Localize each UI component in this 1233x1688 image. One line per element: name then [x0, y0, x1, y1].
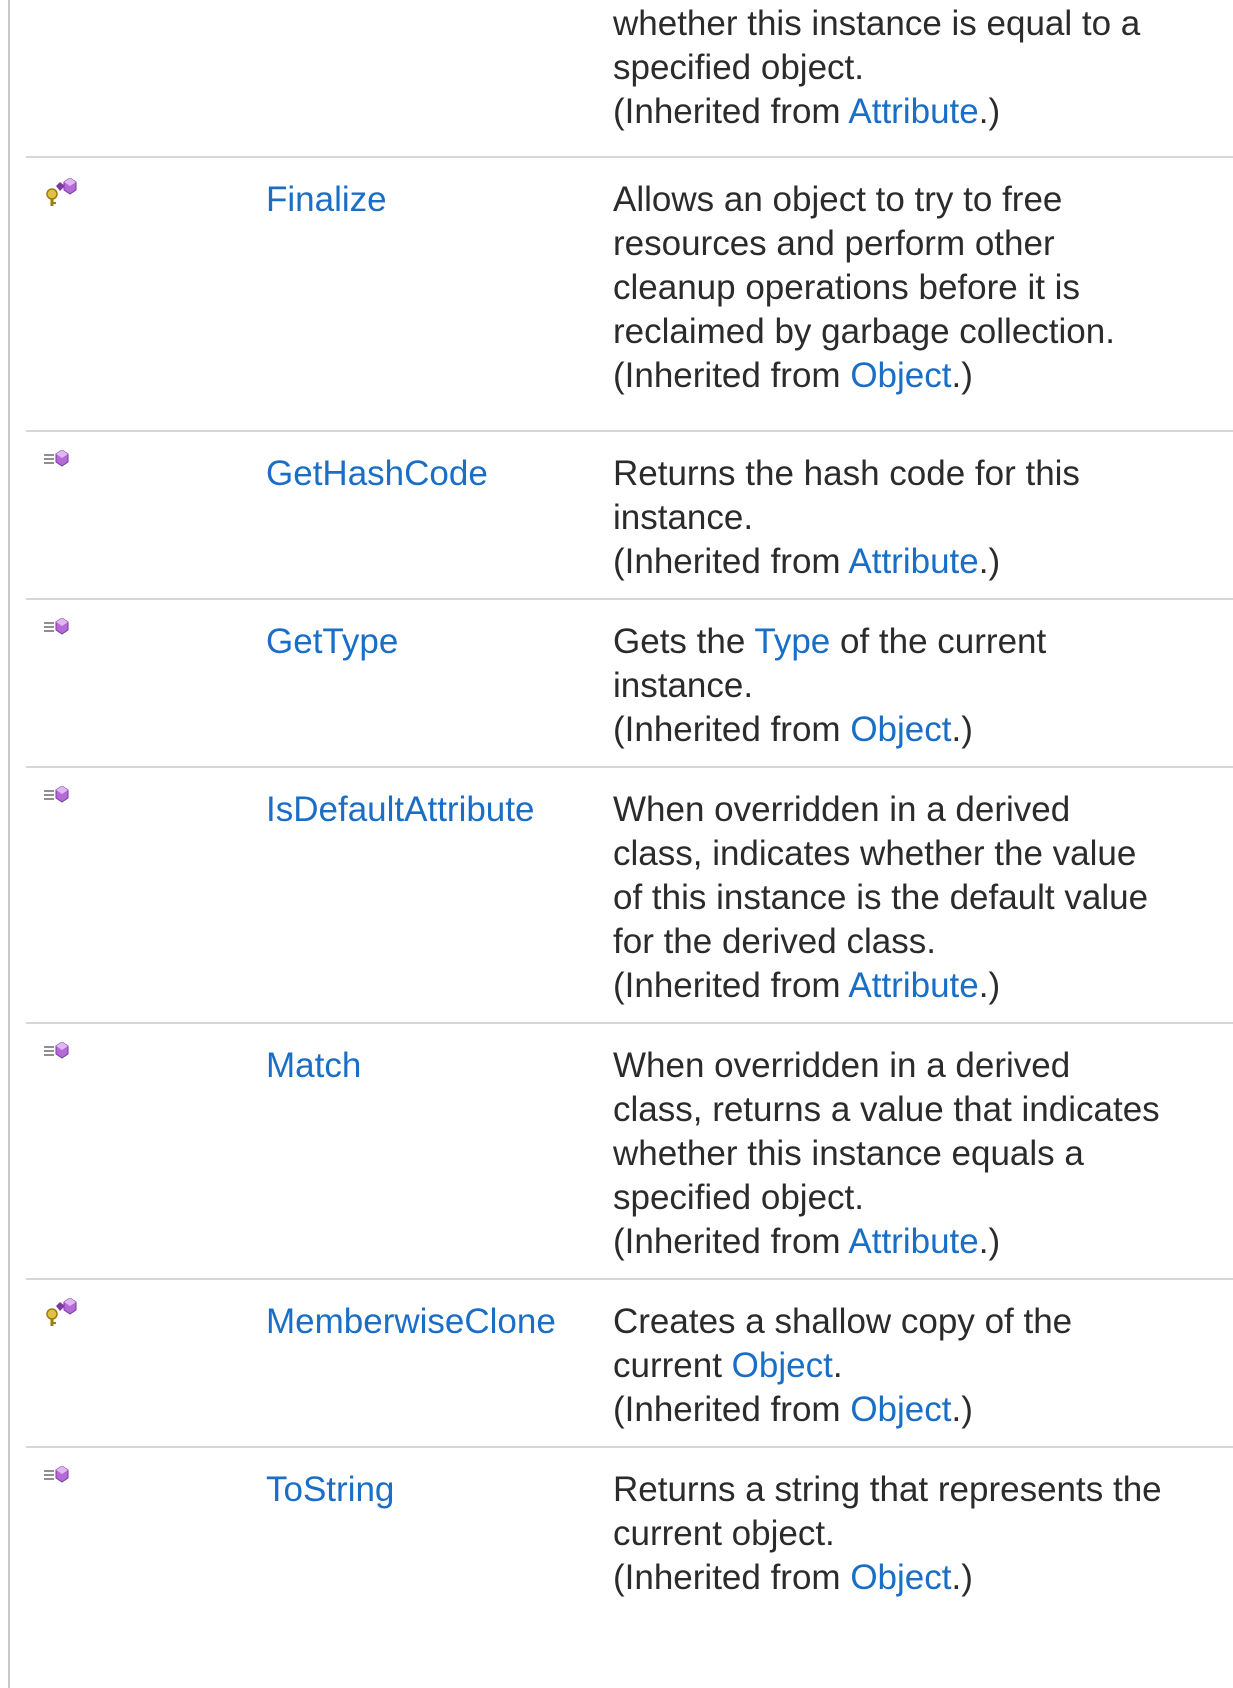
- inherited-link-attribute[interactable]: Attribute: [848, 92, 978, 131]
- description-line: whether this instance is equal to a: [613, 4, 1141, 43]
- inherited-link-attribute[interactable]: Attribute: [848, 1222, 978, 1261]
- description-line: specified object.: [613, 1178, 864, 1217]
- member-description: Returns the hash code for this instance.…: [613, 452, 1213, 584]
- public-method-icon: [42, 450, 92, 480]
- description-line: When overridden in a derived: [613, 1046, 1071, 1085]
- public-method-icon: [42, 786, 92, 816]
- inherited-note: (Inherited from Attribute.): [613, 964, 1213, 1008]
- inherited-suffix: .): [978, 542, 1001, 581]
- member-description: Creates a shallow copy of the current Ob…: [613, 1300, 1213, 1432]
- inherited-suffix: .): [951, 1390, 973, 1429]
- description-line: class, indicates whether the value: [613, 834, 1137, 873]
- description-line: whether this instance equals a: [613, 1134, 1084, 1173]
- inherited-prefix: (Inherited from: [613, 710, 851, 749]
- member-description: Returns a string that represents the cur…: [613, 1468, 1213, 1600]
- description-line: specified object.: [613, 48, 864, 87]
- inherited-note: (Inherited from Object.): [613, 708, 1213, 752]
- description-line: current Object.: [613, 1344, 1213, 1388]
- inherited-link-attribute[interactable]: Attribute: [848, 542, 978, 581]
- member-link-match[interactable]: Match: [266, 1044, 361, 1088]
- inherited-link-object[interactable]: Object: [850, 710, 951, 749]
- member-description: When overridden in a derived class, indi…: [613, 788, 1213, 1008]
- member-description: Gets the Type of the current instance. (…: [613, 620, 1213, 752]
- member-link-gettype[interactable]: GetType: [266, 620, 398, 664]
- inherited-note: (Inherited from Attribute.): [613, 540, 1213, 584]
- table-row-equals: whether this instance is equal to a spec…: [26, 0, 1233, 158]
- inherited-suffix: .): [951, 1558, 973, 1597]
- description-line: Creates a shallow copy of the: [613, 1302, 1073, 1341]
- member-link-gethashcode[interactable]: GetHashCode: [266, 452, 488, 496]
- inherited-prefix: (Inherited from: [613, 92, 849, 131]
- inherited-suffix: .): [951, 710, 973, 749]
- description-text: .: [832, 1346, 843, 1385]
- description-line: cleanup operations before it is: [613, 268, 1080, 307]
- table-row-match: Match When overridden in a derived class…: [26, 1024, 1233, 1280]
- description-line: reclaimed by garbage collection.: [613, 312, 1115, 351]
- inherited-suffix: .): [978, 1222, 1001, 1261]
- inherited-note: (Inherited from Object.): [613, 1388, 1213, 1432]
- description-line: Returns a string that represents the: [613, 1470, 1162, 1509]
- public-method-icon: [42, 1466, 92, 1496]
- member-link-isdefaultattribute[interactable]: IsDefaultAttribute: [266, 788, 534, 832]
- table-row-gethashcode: GetHashCode Returns the hash code for th…: [26, 432, 1233, 600]
- description-line: current object.: [613, 1514, 835, 1553]
- description-line: Returns the hash code for this: [613, 454, 1080, 493]
- public-method-icon: [42, 618, 92, 648]
- description-line: class, returns a value that indicates: [613, 1090, 1160, 1129]
- inherited-link-object[interactable]: Object: [850, 356, 951, 395]
- inherited-note: (Inherited from Attribute.): [613, 90, 1213, 134]
- methods-table: whether this instance is equal to a spec…: [26, 0, 1233, 1684]
- inherited-note: (Inherited from Object.): [613, 1556, 1213, 1600]
- description-text: of the current: [830, 622, 1047, 661]
- member-link-tostring[interactable]: ToString: [266, 1468, 394, 1512]
- inherited-prefix: (Inherited from: [613, 356, 851, 395]
- description-line: for the derived class.: [613, 922, 936, 961]
- inherited-prefix: (Inherited from: [613, 966, 849, 1005]
- member-description: whether this instance is equal to a spec…: [613, 2, 1213, 134]
- description-line: instance.: [613, 498, 754, 537]
- inherited-prefix: (Inherited from: [613, 1222, 849, 1261]
- inherited-prefix: (Inherited from: [613, 1390, 851, 1429]
- inherited-link-attribute[interactable]: Attribute: [848, 966, 978, 1005]
- description-line: When overridden in a derived: [613, 790, 1071, 829]
- protected-method-icon: [42, 1298, 92, 1328]
- inherited-suffix: .): [978, 92, 1001, 131]
- inherited-note: (Inherited from Attribute.): [613, 1220, 1213, 1264]
- table-row-tostring: ToString Returns a string that represent…: [26, 1448, 1233, 1684]
- description-line: instance.: [613, 666, 754, 705]
- inherited-note: (Inherited from Object.): [613, 354, 1213, 398]
- description-line: of this instance is the default value: [613, 878, 1149, 917]
- public-method-icon: [42, 1042, 92, 1072]
- inherited-suffix: .): [951, 356, 973, 395]
- description-line: Gets the Type of the current: [613, 620, 1213, 664]
- inherited-link-object[interactable]: Object: [850, 1390, 951, 1429]
- table-row-gettype: GetType Gets the Type of the current ins…: [26, 600, 1233, 768]
- member-link-memberwiseclone[interactable]: MemberwiseClone: [266, 1300, 556, 1344]
- description-text: current: [613, 1346, 732, 1385]
- description-text: Gets the: [613, 622, 755, 661]
- table-row-memberwiseclone: MemberwiseClone Creates a shallow copy o…: [26, 1280, 1233, 1448]
- inherited-link-object[interactable]: Object: [850, 1558, 951, 1597]
- table-row-isdefaultattribute: IsDefaultAttribute When overridden in a …: [26, 768, 1233, 1024]
- description-line: resources and perform other: [613, 224, 1055, 263]
- left-border: [8, 0, 10, 1688]
- member-link-finalize[interactable]: Finalize: [266, 178, 387, 222]
- member-description: Allows an object to try to free resource…: [613, 178, 1213, 398]
- description-line: Allows an object to try to free: [613, 180, 1063, 219]
- object-link[interactable]: Object: [732, 1346, 833, 1385]
- member-description: When overridden in a derived class, retu…: [613, 1044, 1213, 1264]
- inherited-prefix: (Inherited from: [613, 1558, 851, 1597]
- inherited-suffix: .): [978, 966, 1001, 1005]
- type-link[interactable]: Type: [754, 622, 830, 661]
- protected-method-icon: [42, 178, 92, 208]
- table-row-finalize: Finalize Allows an object to try to free…: [26, 158, 1233, 432]
- inherited-prefix: (Inherited from: [613, 542, 849, 581]
